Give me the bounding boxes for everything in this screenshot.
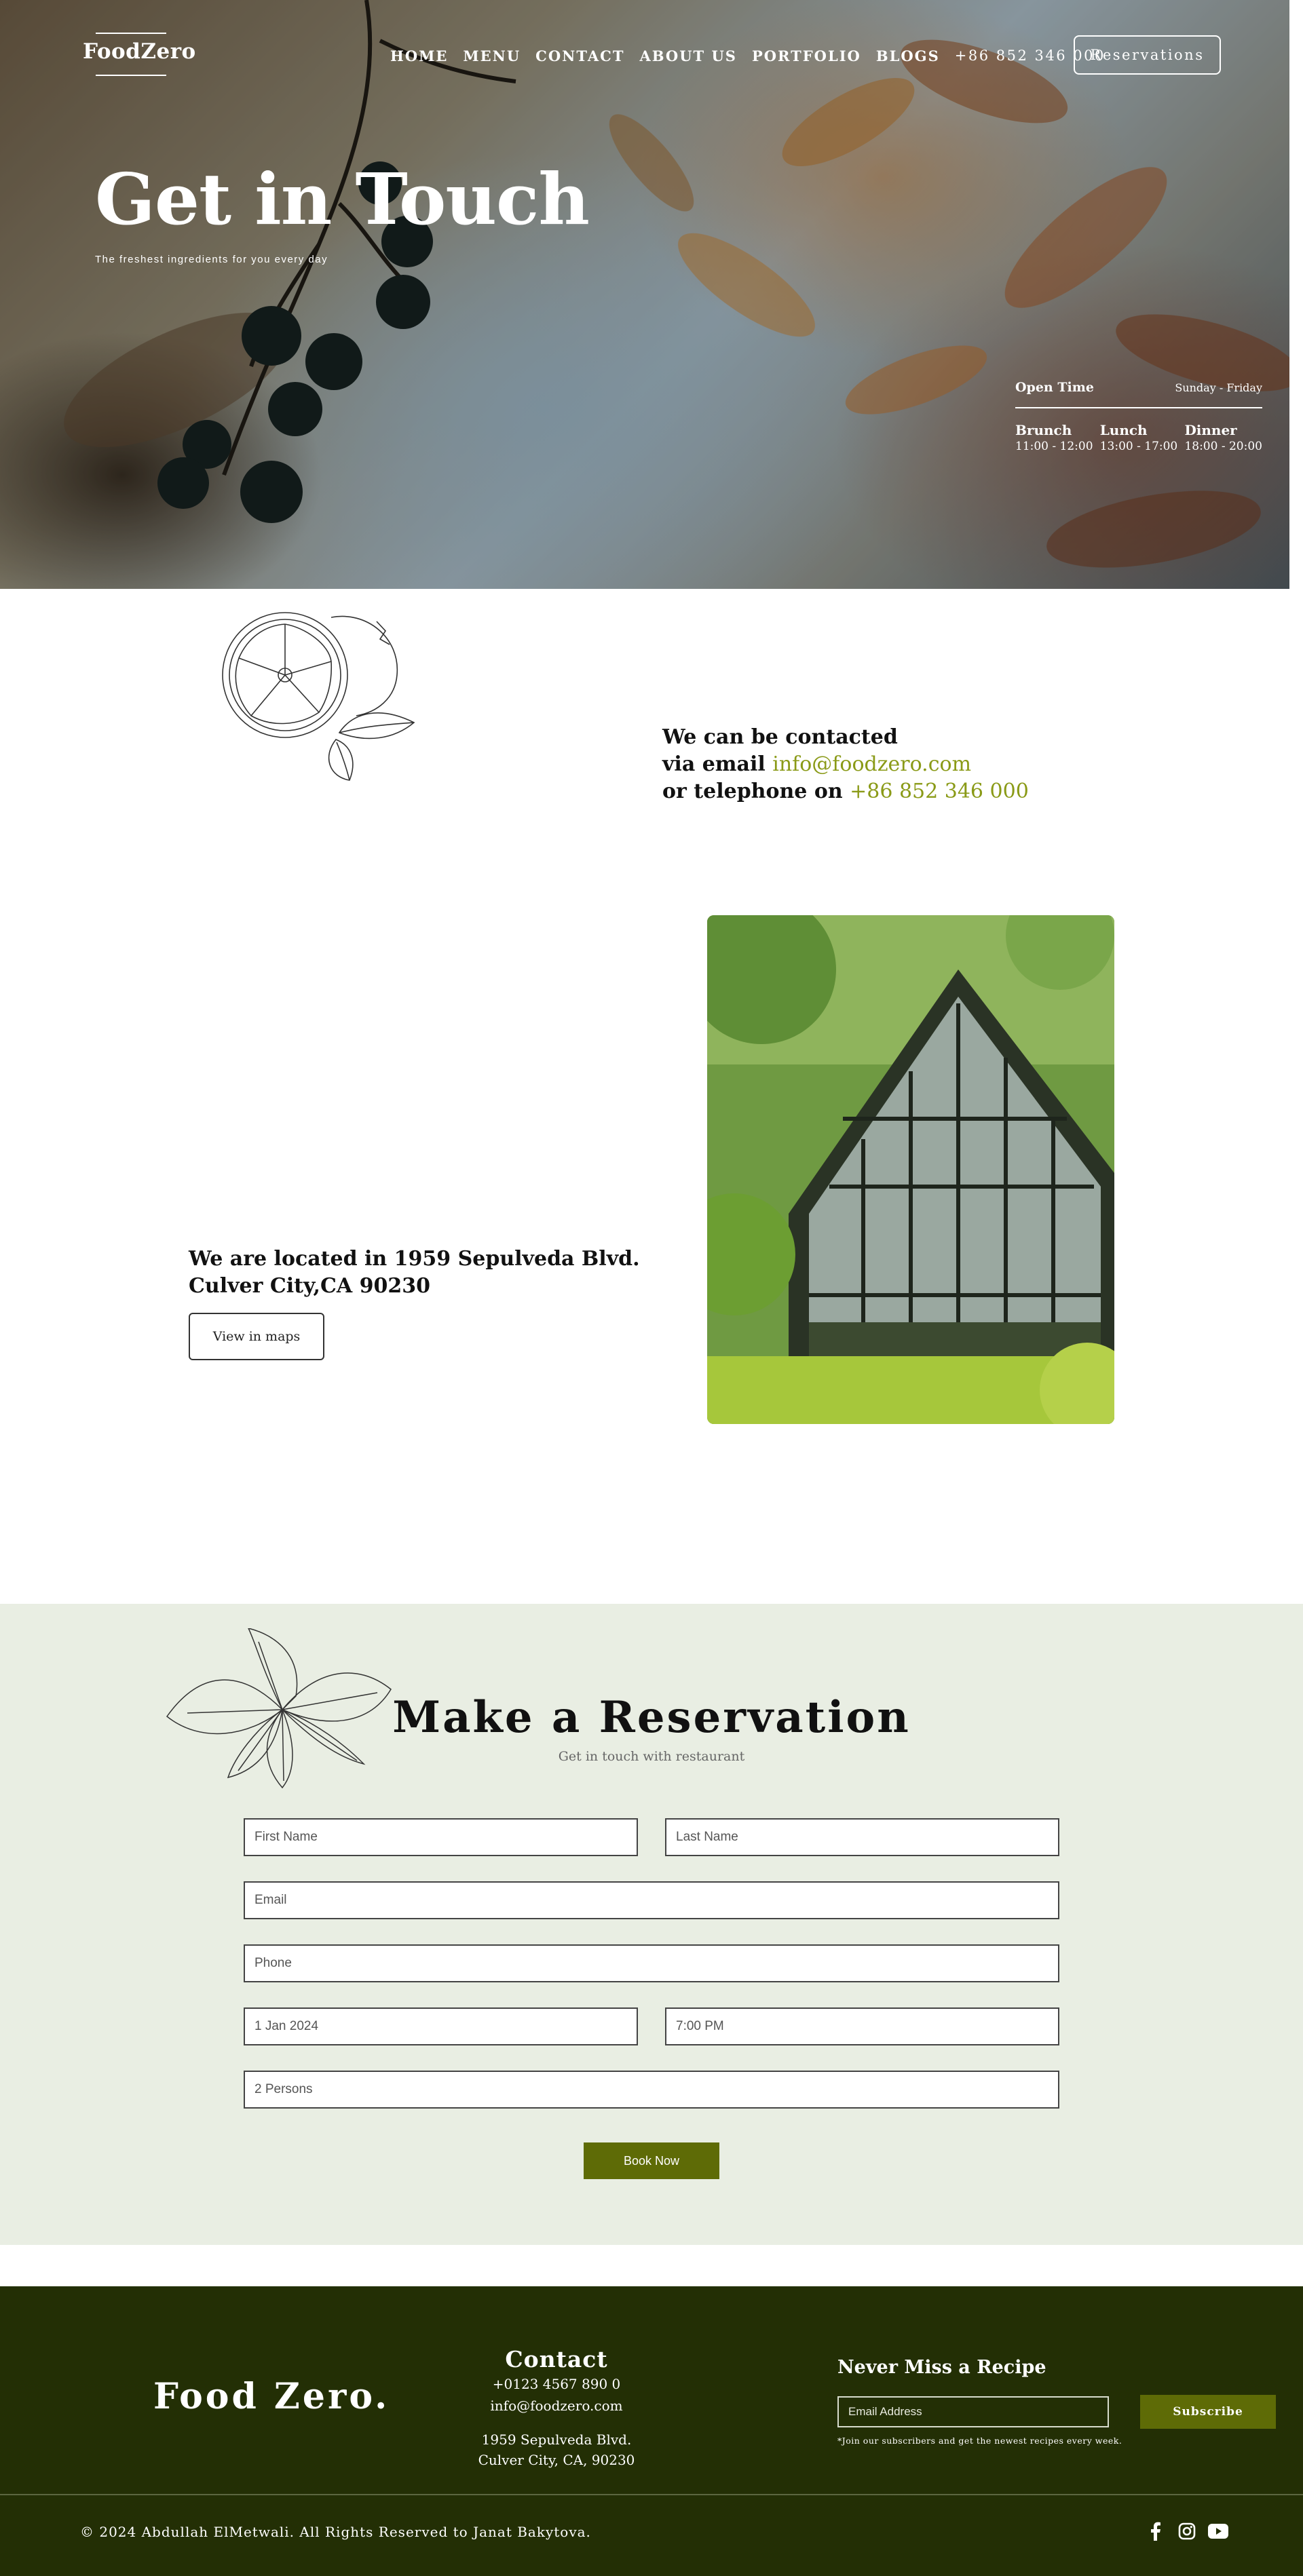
time-input[interactable]: 7:00 PM xyxy=(665,2007,1059,2045)
nav-menu[interactable]: MENU xyxy=(463,47,521,64)
persons-select[interactable]: 2 Persons xyxy=(244,2071,1059,2109)
meal-label: Dinner xyxy=(1184,422,1237,438)
last-name-input[interactable]: Last Name xyxy=(665,1818,1059,1856)
logo-top-line xyxy=(96,33,166,34)
meal-hours: Brunch 11:00 - 12:00 Lunch 13:00 - 17:00… xyxy=(1015,422,1262,453)
restaurant-greenhouse-photo xyxy=(707,915,1114,1424)
contact-line-1: We can be contacted xyxy=(662,725,898,749)
subscribe-button[interactable]: Subscribe xyxy=(1140,2395,1276,2429)
footer-contact-phone[interactable]: +0123 4567 890 0 xyxy=(421,2376,692,2392)
instagram-icon[interactable] xyxy=(1177,2521,1197,2541)
location-line-2: Culver City,CA 90230 xyxy=(189,1274,430,1298)
contact-line-2: via email info@foodzero.com xyxy=(662,752,971,776)
meal-dinner: Dinner 18:00 - 20:00 xyxy=(1184,422,1262,453)
email-input[interactable]: Email xyxy=(244,1881,1059,1919)
meal-lunch: Lunch 13:00 - 17:00 xyxy=(1100,422,1178,453)
contact-email-link[interactable]: info@foodzero.com xyxy=(772,752,971,776)
contact-line-3: or telephone on +86 852 346 000 xyxy=(662,780,1029,803)
meal-time: 11:00 - 12:00 xyxy=(1015,440,1093,453)
location-line-1: We are located in 1959 Sepulveda Blvd. xyxy=(189,1247,640,1271)
nav-about-us[interactable]: ABOUT US xyxy=(639,47,736,64)
open-time-panel: Open Time Sunday - Friday Brunch 11:00 -… xyxy=(1015,380,1262,453)
main-nav: HOME MENU CONTACT ABOUT US PORTFOLIO BLO… xyxy=(390,47,1120,64)
location-text: We are located in 1959 Sepulveda Blvd. C… xyxy=(189,1246,640,1300)
open-time-days: Sunday - Friday xyxy=(1175,381,1262,394)
reservation-subtitle: Get in touch with restaurant xyxy=(558,1749,745,1764)
hero-subtitle: The freshest ingredients for you every d… xyxy=(95,254,328,265)
hero-overlay xyxy=(0,0,1289,589)
footer-divider xyxy=(0,2494,1303,2495)
facebook-icon[interactable] xyxy=(1146,2521,1166,2541)
newsletter-email-input[interactable]: Email Address xyxy=(837,2396,1109,2427)
reservations-button[interactable]: Reservations xyxy=(1074,35,1221,75)
meal-label: Brunch xyxy=(1015,422,1072,438)
footer-logo[interactable]: Food Zero. xyxy=(153,2376,390,2417)
nav-home[interactable]: HOME xyxy=(390,47,448,64)
youtube-icon[interactable] xyxy=(1208,2521,1228,2541)
book-now-button[interactable]: Book Now xyxy=(584,2142,719,2179)
open-time-title: Open Time xyxy=(1015,380,1094,395)
contact-phone-link[interactable]: +86 852 346 000 xyxy=(850,780,1029,803)
contact-phone-prefix: or telephone on xyxy=(662,780,850,803)
meal-time: 13:00 - 17:00 xyxy=(1099,440,1178,453)
footer-contact-email[interactable]: info@foodzero.com xyxy=(421,2398,692,2414)
reservation-title: Make a Reservation xyxy=(392,1692,911,1743)
date-input[interactable]: 1 Jan 2024 xyxy=(244,2007,638,2045)
lemon-illustration xyxy=(222,612,415,781)
newsletter-note: *Join our subscribers and get the newest… xyxy=(837,2436,1122,2446)
nav-blogs[interactable]: BLOGS xyxy=(876,47,940,64)
logo-bottom-line xyxy=(96,75,166,76)
meal-time: 18:00 - 20:00 xyxy=(1184,440,1262,453)
nav-portfolio[interactable]: PORTFOLIO xyxy=(752,47,861,64)
hero-section xyxy=(0,0,1289,589)
meal-label: Lunch xyxy=(1099,422,1148,438)
hero-title: Get in Touch xyxy=(95,157,590,241)
footer-address-line-1: 1959 Sepulveda Blvd. xyxy=(481,2431,632,2448)
contact-email-prefix: via email xyxy=(662,752,773,776)
site-logo[interactable]: FoodZero xyxy=(83,39,196,64)
view-in-maps-button[interactable]: View in maps xyxy=(189,1313,324,1360)
first-name-input[interactable]: First Name xyxy=(244,1818,638,1856)
footer-contact-title: Contact xyxy=(505,2346,608,2372)
copyright-text: © 2024 Abdullah ElMetwali. All Rights Re… xyxy=(80,2524,591,2540)
footer-address-line-2: Culver City, CA, 90230 xyxy=(478,2452,635,2468)
social-links xyxy=(1146,2521,1228,2541)
newsletter-title: Never Miss a Recipe xyxy=(837,2357,1046,2378)
meal-brunch: Brunch 11:00 - 12:00 xyxy=(1015,422,1093,453)
open-time-header: Open Time Sunday - Friday xyxy=(1015,380,1262,408)
phone-input[interactable]: Phone xyxy=(244,1944,1059,1982)
nav-contact[interactable]: CONTACT xyxy=(535,47,624,64)
